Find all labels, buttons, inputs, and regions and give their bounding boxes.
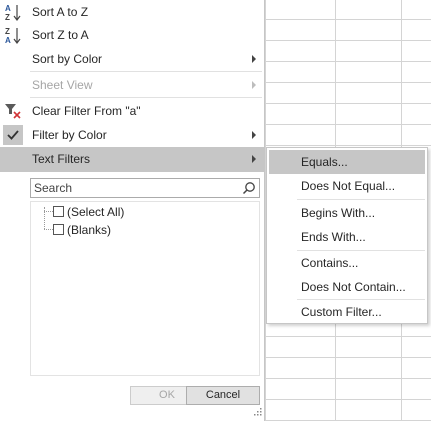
custom-filter-item[interactable]: Custom Filter... (269, 300, 425, 324)
menu-label: Filter by Color (32, 128, 107, 142)
check-icon (3, 125, 23, 145)
sort-z-to-a-item[interactable]: Z A Sort Z to A (0, 23, 264, 48)
chevron-right-icon (252, 131, 256, 139)
svg-text:Z: Z (5, 13, 10, 22)
menu-label: Sort A to Z (32, 5, 89, 19)
begins-with-item[interactable]: Begins With... (269, 201, 425, 225)
sort-by-color-item[interactable]: Sort by Color (0, 47, 264, 72)
chevron-right-icon (252, 55, 256, 63)
submenu-label: Does Not Equal... (301, 179, 396, 193)
filter-by-color-item[interactable]: Filter by Color (0, 123, 264, 148)
svg-text:A: A (5, 36, 11, 45)
contains-item[interactable]: Contains... (269, 251, 425, 275)
svg-text:Z: Z (5, 27, 10, 36)
grid-line (265, 40, 431, 41)
menu-label: Sheet View (32, 78, 93, 92)
menu-separator (297, 199, 425, 200)
select-all-checkbox[interactable] (53, 206, 64, 217)
clear-filter-icon (4, 102, 22, 120)
cancel-button[interactable]: Cancel (186, 386, 260, 405)
submenu-label: Custom Filter... (301, 305, 382, 319)
equals-item[interactable]: Equals... (269, 150, 425, 174)
menu-separator (30, 71, 262, 72)
list-item[interactable]: (Blanks) (31, 221, 231, 239)
resize-grip-icon[interactable] (254, 405, 262, 419)
search-input[interactable] (32, 180, 236, 196)
autofilter-panel: A Z Sort A to Z Z A Sort Z to A Sort by … (0, 0, 265, 421)
menu-label: Clear Filter From "a" (32, 104, 141, 118)
submenu-label: Equals... (301, 155, 348, 169)
sort-descending-icon: Z A (4, 26, 22, 45)
grid-line (265, 103, 431, 104)
chevron-right-icon (252, 81, 256, 89)
does-not-equal-item[interactable]: Does Not Equal... (269, 174, 425, 198)
grid-line (265, 61, 431, 62)
grid-line (265, 357, 431, 358)
menu-label: Sort by Color (32, 52, 103, 66)
list-item-label: (Select All) (67, 205, 125, 219)
search-box[interactable] (30, 178, 260, 198)
submenu-label: Begins With... (301, 206, 376, 220)
grid-line (265, 399, 431, 400)
menu-label: Sort Z to A (32, 28, 89, 42)
sort-a-to-z-item[interactable]: A Z Sort A to Z (0, 0, 264, 25)
grid-line (265, 336, 431, 337)
search-icon[interactable] (242, 181, 256, 198)
chevron-right-icon (252, 155, 256, 163)
menu-separator (30, 97, 262, 98)
grid-line (265, 82, 431, 83)
list-item-label: (Blanks) (67, 223, 112, 237)
text-filters-submenu: Equals... Does Not Equal... Begins With.… (266, 147, 428, 324)
does-not-contain-item[interactable]: Does Not Contain... (269, 275, 425, 299)
grid-line (265, 145, 431, 146)
clear-filter-item[interactable]: Clear Filter From "a" (0, 99, 264, 124)
submenu-label: Ends With... (301, 230, 366, 244)
grid-line (265, 19, 431, 20)
menu-label: Text Filters (32, 152, 91, 166)
submenu-label: Contains... (301, 256, 359, 270)
svg-text:A: A (5, 4, 11, 13)
ends-with-item[interactable]: Ends With... (269, 225, 425, 249)
sort-ascending-icon: A Z (4, 3, 22, 22)
grid-line (265, 378, 431, 379)
list-item[interactable]: (Select All) (31, 203, 231, 221)
value-list[interactable]: (Select All) (Blanks) (30, 201, 260, 376)
text-filters-item[interactable]: Text Filters (0, 147, 264, 172)
submenu-label: Does Not Contain... (301, 280, 406, 294)
blanks-checkbox[interactable] (53, 224, 64, 235)
grid-line (265, 124, 431, 125)
sheet-view-item: Sheet View (0, 73, 264, 98)
